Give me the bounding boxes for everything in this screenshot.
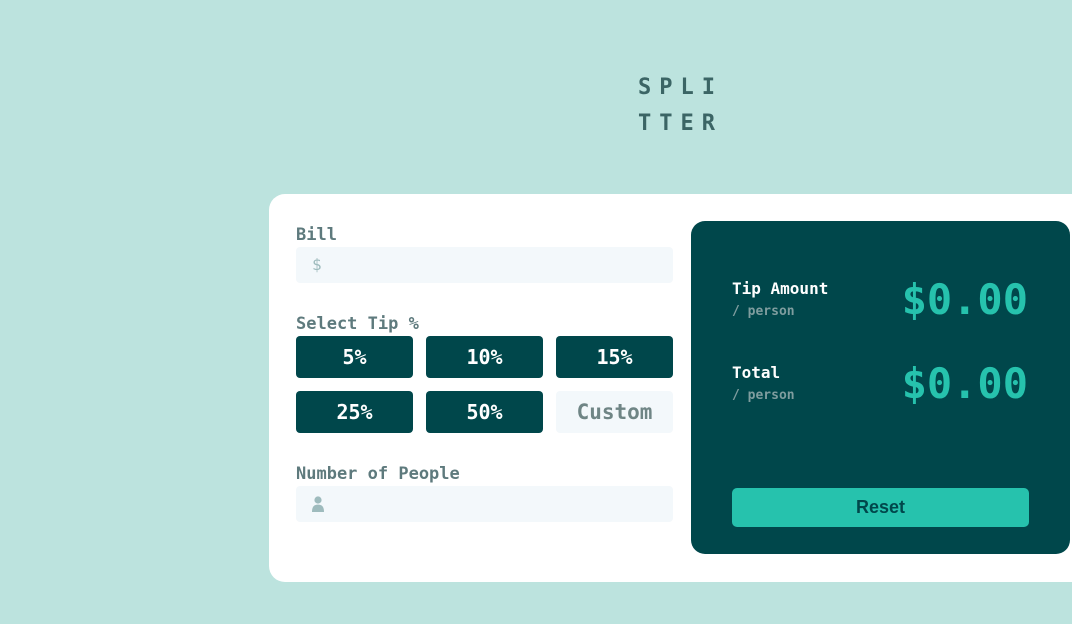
bill-input[interactable] [336, 247, 656, 283]
tip-10-button[interactable]: 10% [426, 336, 543, 378]
person-icon [312, 496, 324, 512]
people-input[interactable] [336, 486, 656, 522]
logo-line-1: SPLI [638, 75, 723, 100]
tip-amount-sub: / person [732, 304, 795, 319]
dollar-icon: $ [312, 255, 322, 274]
bill-label: Bill [296, 225, 337, 245]
total-title: Total [732, 363, 781, 382]
select-tip-label: Select Tip % [296, 314, 419, 334]
custom-tip-input[interactable] [556, 391, 673, 433]
app-logo: SPLI TTER [638, 70, 738, 142]
people-field[interactable] [296, 486, 673, 522]
tip-5-button[interactable]: 5% [296, 336, 413, 378]
bill-field[interactable]: $ [296, 247, 673, 283]
total-value: $0.00 [901, 359, 1028, 408]
tip-amount-title: Tip Amount [732, 279, 829, 298]
tip-15-button[interactable]: 15% [556, 336, 673, 378]
logo-line-2: TTER [638, 111, 723, 136]
reset-button[interactable]: Reset [732, 488, 1029, 527]
people-label: Number of People [296, 464, 460, 484]
total-sub: / person [732, 388, 795, 403]
tip-25-button[interactable]: 25% [296, 391, 413, 433]
tip-amount-value: $0.00 [901, 275, 1028, 324]
tip-50-button[interactable]: 50% [426, 391, 543, 433]
results-panel: Tip Amount / person $0.00 Total / person… [691, 221, 1070, 554]
